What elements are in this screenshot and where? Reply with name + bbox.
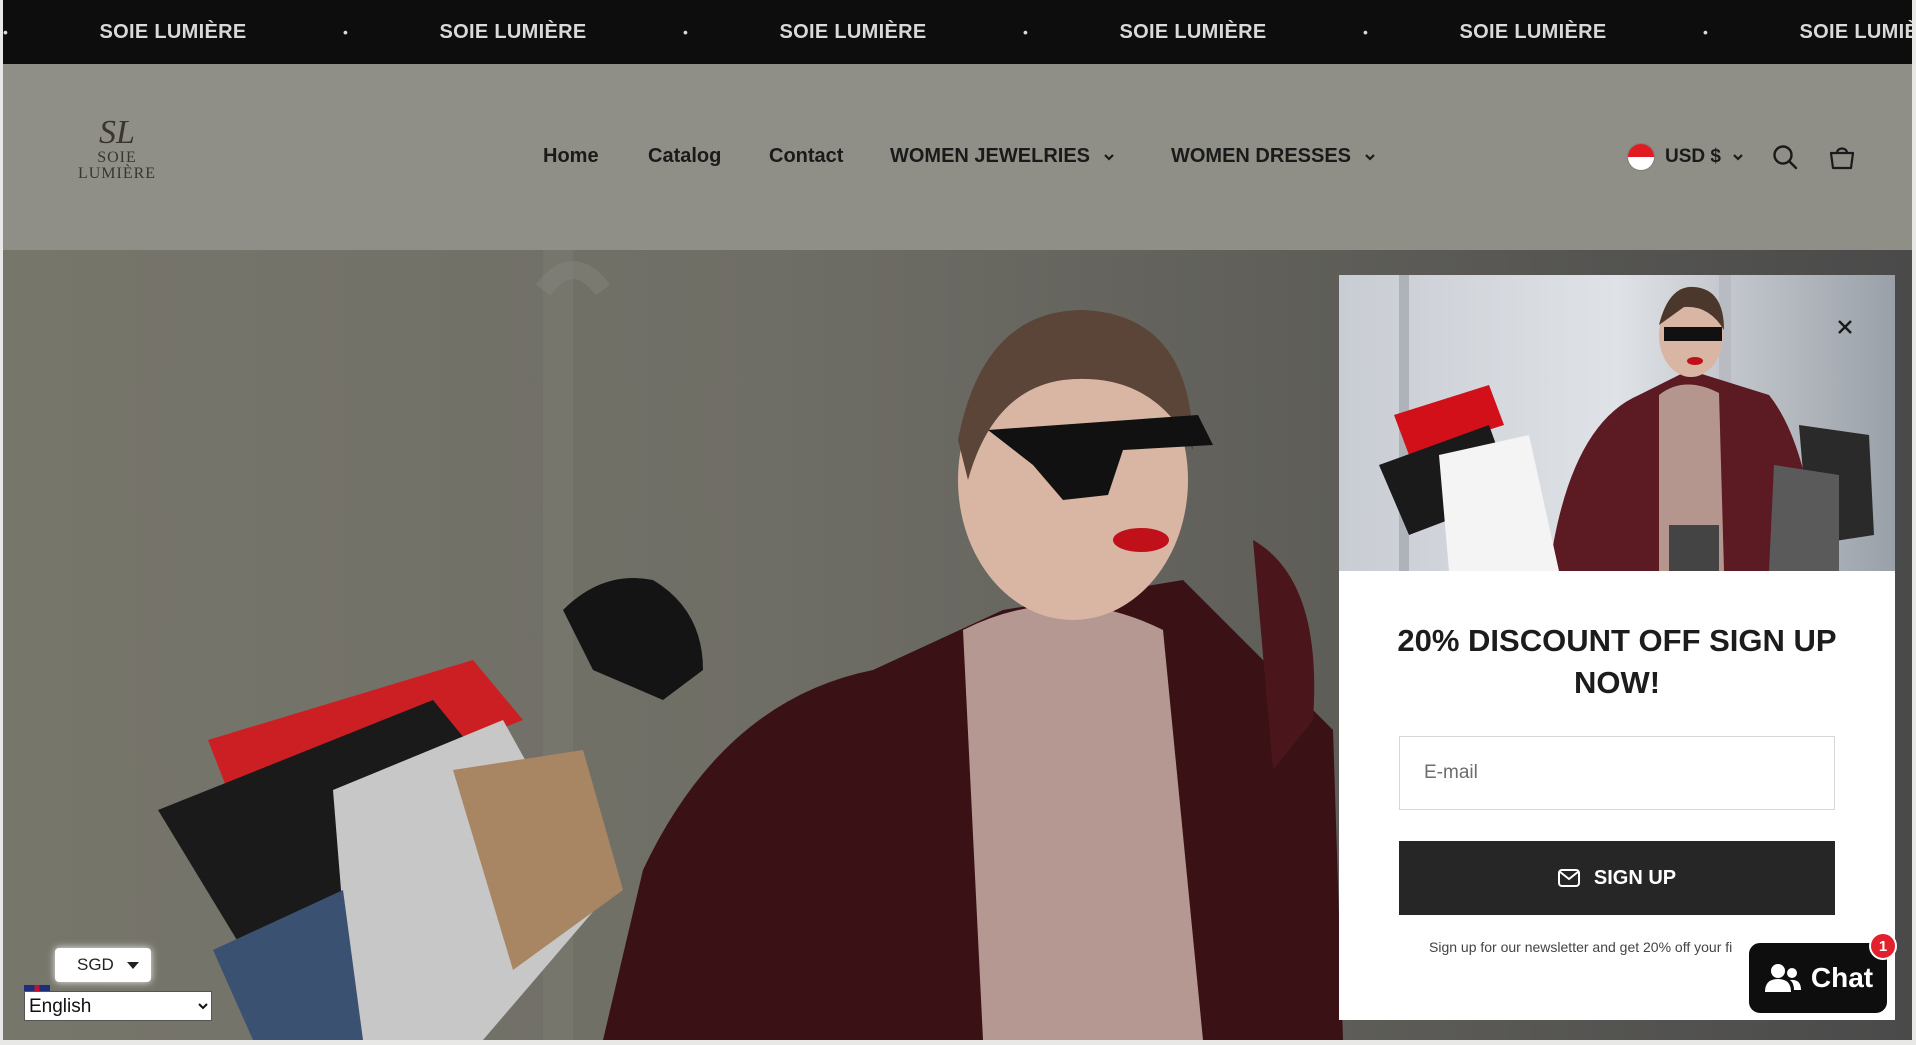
chat-label: Chat [1810, 962, 1874, 993]
site-header: SL SOIE LUMIÈRE Home Catalog Contact WOM… [3, 64, 1912, 250]
language-select[interactable]: English [24, 991, 212, 1021]
chevron-down-icon [1104, 153, 1114, 161]
popup-title: 20% DISCOUNT OFF SIGN UP NOW! [1397, 623, 1837, 700]
newsletter-popup: 20% DISCOUNT OFF SIGN UP NOW! SIGN UP Si… [1339, 275, 1895, 1020]
marquee-text: SOIE LUMIÈRE [1119, 20, 1267, 43]
nav-catalog[interactable]: Catalog [648, 145, 721, 168]
email-field[interactable] [1399, 736, 1835, 810]
marquee-item: SOIE LUMIÈRE• [343, 20, 688, 44]
chat-users-icon [1764, 964, 1801, 992]
marquee-text: SOIE LUMIÈRE [1799, 20, 1912, 43]
logo-monogram: SL [99, 114, 135, 151]
caret-down-icon [127, 962, 139, 969]
marquee-item: SOIE LUMIÈRE• [1023, 20, 1368, 44]
search-icon[interactable] [1771, 143, 1799, 171]
announcement-marquee: SOIE LUMIÈRE•SOIE LUMIÈRE•SOIE LUMIÈRE•S… [3, 0, 1912, 64]
nav-catalog-label: Catalog [648, 145, 722, 167]
logo-line-1: SOIE [97, 149, 137, 166]
currency-widget-label: SGD [77, 955, 114, 974]
flag-icon [1627, 143, 1655, 171]
marquee-item: SOIE LUMIÈRE• [683, 20, 1028, 44]
marquee-text: SOIE LUMIÈRE [439, 20, 587, 43]
chat-notification-badge: 1 [1869, 932, 1897, 960]
currency-selector[interactable]: USD $ [1627, 143, 1745, 171]
nav-home[interactable]: Home [543, 145, 599, 168]
store-logo[interactable]: SL SOIE LUMIÈRE [75, 116, 159, 200]
close-icon[interactable] [1833, 315, 1857, 339]
nav-women-jewelries-label: WOMEN JEWELRIES [890, 145, 1091, 167]
chevron-down-icon [1365, 153, 1375, 161]
nav-women-dresses-label: WOMEN DRESSES [1171, 145, 1352, 167]
page-frame: SOIE LUMIÈRE•SOIE LUMIÈRE•SOIE LUMIÈRE•S… [3, 0, 1912, 1040]
marquee-track: SOIE LUMIÈRE•SOIE LUMIÈRE•SOIE LUMIÈRE•S… [3, 0, 1912, 64]
popup-photo [1379, 275, 1874, 571]
marquee-text: SOIE LUMIÈRE [1459, 20, 1607, 43]
cart-icon[interactable] [1828, 143, 1856, 171]
signup-button-label: SIGN UP [1593, 866, 1677, 889]
currency-label: USD $ [1665, 146, 1721, 167]
marquee-text: SOIE LUMIÈRE [99, 20, 247, 43]
marquee-item: SOIE LUMIÈRE• [1703, 21, 1912, 44]
nav-women-jewelries[interactable]: WOMEN JEWELRIES [890, 145, 1116, 168]
nav-contact[interactable]: Contact [769, 145, 843, 168]
marquee-text: SOIE LUMIÈRE [779, 20, 927, 43]
signup-button[interactable]: SIGN UP [1399, 841, 1835, 915]
envelope-icon [1557, 869, 1580, 887]
popup-note: Sign up for our newsletter and get 20% o… [1429, 939, 1733, 955]
marquee-item: SOIE LUMIÈRE• [3, 20, 348, 44]
chevron-down-icon [1733, 154, 1743, 161]
nav-women-dresses[interactable]: WOMEN DRESSES [1171, 145, 1377, 168]
chat-button[interactable]: Chat [1746, 940, 1890, 1016]
nav-contact-label: Contact [769, 145, 844, 167]
marquee-item: SOIE LUMIÈRE• [1363, 20, 1708, 44]
logo-line-2: LUMIÈRE [77, 165, 157, 182]
currency-widget[interactable]: SGD [55, 948, 151, 982]
nav-home-label: Home [543, 145, 599, 167]
popup-image [1339, 275, 1895, 571]
